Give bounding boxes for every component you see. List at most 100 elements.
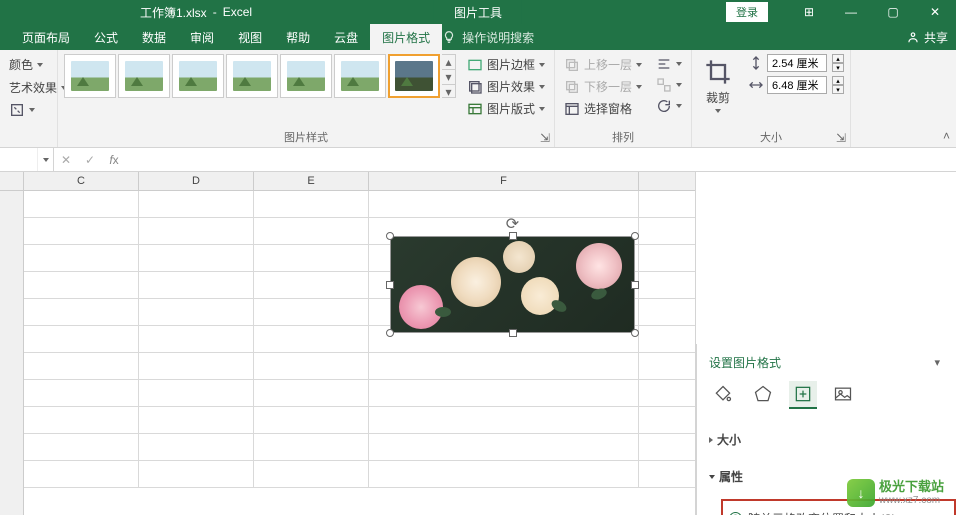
compress-pictures-button[interactable] (6, 100, 38, 120)
style-thumbnail[interactable] (226, 54, 278, 98)
pane-options-button[interactable]: ▾ (934, 356, 940, 369)
lightbulb-icon (442, 30, 456, 44)
tab-picture-format[interactable]: 图片格式 (370, 24, 442, 50)
picture-layout-button[interactable]: 图片版式 (464, 98, 548, 119)
section-properties[interactable]: 属性 (709, 464, 956, 489)
resize-handle-r[interactable] (631, 281, 639, 289)
name-box-dropdown[interactable] (37, 148, 53, 171)
formula-bar: ✕ ✓ fx (0, 148, 956, 172)
gallery-more[interactable]: ▾ (442, 84, 455, 99)
ribbon-display-options-button[interactable]: ⊞ (788, 0, 830, 24)
spin-down[interactable]: ▾ (832, 63, 844, 72)
chevron-down-icon (709, 475, 715, 479)
tab-cloud[interactable]: 云盘 (322, 24, 370, 50)
tab-formulas[interactable]: 公式 (82, 24, 130, 50)
minimize-button[interactable]: — (830, 0, 872, 24)
dialog-launcher[interactable]: ⇲ (538, 131, 552, 145)
resize-handle-b[interactable] (509, 329, 517, 337)
picture-icon (833, 384, 853, 404)
rotate-handle[interactable]: ⟳ (506, 214, 519, 234)
ribbon-tabs: 页面布局 公式 数据 审阅 视图 帮助 云盘 图片格式 操作说明搜索 共享 (0, 24, 956, 50)
tell-me[interactable]: 操作说明搜索 (442, 24, 534, 50)
size-properties-tab[interactable] (789, 381, 817, 409)
resize-handle-t[interactable] (509, 232, 517, 240)
bring-forward-button[interactable]: 上移一层 (561, 54, 645, 75)
tab-page-layout[interactable]: 页面布局 (10, 24, 82, 50)
group-button[interactable] (653, 75, 685, 95)
worksheet[interactable]: C D E F ⟳ (0, 172, 696, 515)
width-icon (748, 77, 764, 93)
compress-icon (9, 102, 25, 118)
selection-pane-icon (564, 101, 580, 117)
gallery-scroll-up[interactable]: ▴ (442, 55, 455, 69)
resize-handle-br[interactable] (631, 329, 639, 337)
picture-effects-icon (467, 79, 483, 95)
picture-content (390, 236, 635, 333)
picture-style-gallery[interactable]: ▴ ▾ ▾ (64, 54, 456, 98)
group-size: 裁剪 2.54 厘米 ▴▾ 6.48 厘米 ▴▾ 大小 ⇲ (692, 50, 851, 147)
crop-button[interactable]: 裁剪 (698, 54, 738, 117)
pane-title: 设置图片格式 (709, 354, 781, 371)
resize-handle-tr[interactable] (631, 232, 639, 240)
picture-tab[interactable] (829, 381, 857, 409)
dialog-launcher[interactable]: ⇲ (834, 131, 848, 145)
section-size[interactable]: 大小 (709, 427, 956, 452)
ribbon: 颜色 艺术效果 ▴ ▾ ▾ (0, 50, 956, 148)
send-backward-icon (564, 79, 580, 95)
tab-view[interactable]: 视图 (226, 24, 274, 50)
spin-up[interactable]: ▴ (832, 76, 844, 85)
filename: 工作簿1.xlsx (140, 4, 207, 21)
format-picture-pane: 设置图片格式 ▾ 大小 属性 (696, 344, 956, 515)
enter-edit-button[interactable]: ✓ (78, 148, 102, 171)
style-thumbnail[interactable] (334, 54, 386, 98)
group-arrange: 上移一层 下移一层 选择窗格 排列 (555, 50, 692, 147)
titlebar: 工作簿1.xlsx - Excel 图片工具 登录 ⊞ — ▢ ✕ (0, 0, 956, 24)
login-button[interactable]: 登录 (726, 2, 768, 22)
resize-handle-tl[interactable] (386, 232, 394, 240)
style-thumbnail[interactable] (172, 54, 224, 98)
style-thumbnail[interactable] (280, 54, 332, 98)
column-headers[interactable]: C D E F (24, 172, 695, 191)
inserted-picture[interactable]: ⟳ (390, 236, 635, 333)
style-thumbnail[interactable] (118, 54, 170, 98)
picture-layout-icon (467, 101, 483, 117)
row-headers[interactable] (0, 172, 24, 515)
collapse-ribbon-button[interactable]: ˄ (943, 129, 950, 143)
resize-handle-bl[interactable] (386, 329, 394, 337)
paint-bucket-icon (713, 384, 733, 404)
gallery-scroll-down[interactable]: ▾ (442, 69, 455, 84)
name-box[interactable] (0, 148, 54, 171)
close-button[interactable]: ✕ (914, 0, 956, 24)
effects-tab[interactable] (749, 381, 777, 409)
picture-effects-button[interactable]: 图片效果 (464, 76, 548, 97)
picture-border-button[interactable]: 图片边框 (464, 54, 548, 75)
cancel-edit-button[interactable]: ✕ (54, 148, 78, 171)
send-backward-button[interactable]: 下移一层 (561, 76, 645, 97)
selection-pane-button[interactable]: 选择窗格 (561, 98, 645, 119)
group-label: 排列 (561, 127, 685, 145)
tab-review[interactable]: 审阅 (178, 24, 226, 50)
person-icon (906, 30, 920, 44)
insert-function-button[interactable]: fx (102, 148, 126, 171)
share-button[interactable]: 共享 (906, 29, 948, 46)
highlight-box: 随单元格改变位置和大小(S) (721, 499, 956, 515)
spin-down[interactable]: ▾ (832, 85, 844, 94)
size-icon (793, 384, 813, 404)
option-move-and-size[interactable]: 随单元格改变位置和大小(S) (729, 507, 948, 515)
color-button[interactable]: 颜色 (6, 54, 46, 75)
height-input[interactable]: 2.54 厘米 (767, 54, 827, 72)
align-button[interactable] (653, 54, 685, 74)
width-input[interactable]: 6.48 厘米 (767, 76, 827, 94)
tab-help[interactable]: 帮助 (274, 24, 322, 50)
rotate-button[interactable] (653, 96, 685, 116)
tab-data[interactable]: 数据 (130, 24, 178, 50)
spin-up[interactable]: ▴ (832, 54, 844, 63)
ribbon-collapse: ˄ (851, 50, 956, 147)
group-label: 图片样式 (64, 127, 548, 145)
style-thumbnail-selected[interactable] (388, 54, 440, 98)
fill-line-tab[interactable] (709, 381, 737, 409)
maximize-button[interactable]: ▢ (872, 0, 914, 24)
crop-icon (704, 58, 732, 86)
resize-handle-l[interactable] (386, 281, 394, 289)
style-thumbnail[interactable] (64, 54, 116, 98)
